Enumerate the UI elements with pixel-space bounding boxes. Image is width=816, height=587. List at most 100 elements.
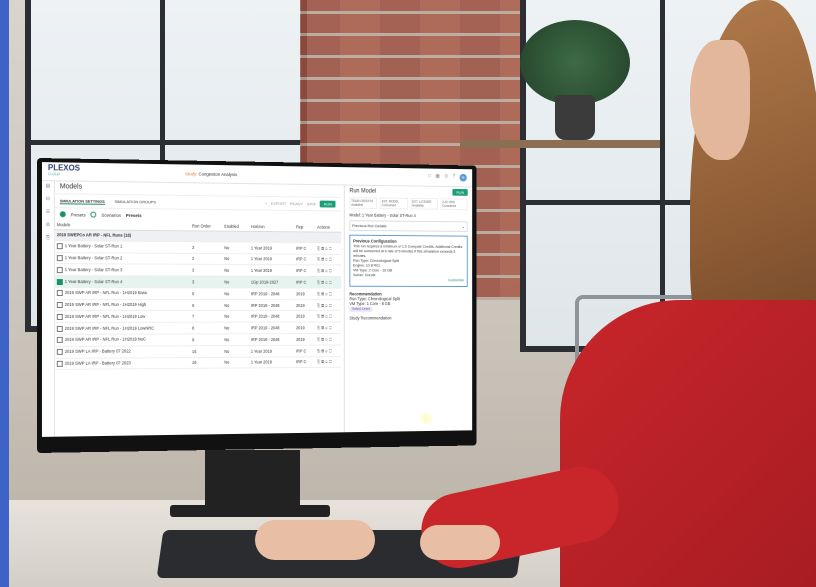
col-rep[interactable]: Rep [293,223,314,232]
info-icon[interactable]: ⊙ [444,174,448,182]
nav-settings-icon[interactable]: ⚙ [42,222,54,232]
cell-text: No [224,360,229,365]
study-recommendation[interactable]: Study Recommendation [349,315,467,320]
model-label: Model: [349,213,361,218]
table-cell: No [221,276,248,288]
calendar-icon[interactable]: ▦ [436,173,440,181]
cell-text: 2019 SWP LA IRP - Battery 07 2022 [65,349,131,354]
row-actions[interactable]: ⎘ ▤ ⊙ ☐ [314,345,341,357]
table-cell: IRP C [293,254,314,266]
table-cell: No [221,265,248,277]
table-cell: No [221,299,248,311]
cell-text: 1 Year 2019 [251,245,272,250]
cell-text: 3 [192,268,194,273]
row-checkbox[interactable] [57,243,63,249]
row-checkbox[interactable] [57,326,63,332]
models-panel: Models SIMULATION SETTINGS SIMULATION GR… [54,180,341,436]
window-mullion [660,0,665,340]
table-cell: No [221,288,248,300]
study-selector[interactable]: Study: Congestion Analysis [185,171,237,177]
monitor: PLEXOS CLOUD Study: Congestion Analysis □… [37,158,477,453]
table-cell: 2019 SWP LA IRP - Battery 07 2022 [54,346,189,358]
models-table: Models Run Order Enabled Horizon Rep Act… [54,220,341,370]
row-actions[interactable]: ⎘ ▤ ⊙ ☐ [314,254,341,266]
col-enabled[interactable]: Enabled [221,222,248,232]
cell-text: 2019 SWP LA IRP - Battery 07 2023 [65,360,131,365]
person-hand [255,520,375,560]
credit-cell: EST. LICENSE Available [410,198,437,210]
table-row[interactable]: 2019 SWP AR IRP - NFL Run - 1H2019 Base 5… [54,287,341,299]
presets-radio[interactable] [60,211,66,217]
table-row[interactable]: 1 Year Battery - Solar ST-Run 4 3 No 1Gp 20… [54,276,341,288]
cell-text: 3 [192,245,194,250]
row-actions[interactable]: ⎘ ▤ ⊙ ☐ [314,265,341,276]
add-icon[interactable]: + [265,201,267,206]
run-panel-run-button[interactable]: RUN [453,189,468,196]
cell-text: 1 Year 2019 [251,360,272,365]
prev-config-title: Previous Configuration [353,239,397,244]
previous-run-dropdown[interactable]: Previous Run Details ⌄ [349,220,467,232]
row-actions[interactable]: ⎘ ▤ ⊙ ☐ [314,277,341,288]
row-actions[interactable]: ⎘ ▤ ⊙ ☐ [314,311,341,322]
row-actions[interactable]: ⎘ ▤ ⊙ ☐ [314,288,341,299]
row-checkbox[interactable] [57,279,63,285]
table-cell: IRP C [293,242,314,254]
avatar[interactable]: M [460,174,467,182]
notification-icon[interactable]: □ [428,173,431,181]
row-actions[interactable]: ⎘ ▤ ⊙ ☐ [314,299,341,310]
table-cell: 2019 SWP AR IRP - NFL Run - 1H2019 NoC [54,334,189,346]
table-row[interactable]: 2019 SWP AR IRP - NFL Run - 1H2019 LowNR… [54,322,341,334]
previous-configuration-card[interactable]: Previous Configuration This run requires… [349,235,467,287]
cell-text: No [224,257,229,262]
nav-database-icon[interactable]: ⛁ [42,196,54,206]
row-checkbox[interactable] [57,361,63,367]
row-checkbox[interactable] [57,302,63,308]
customize-link[interactable]: Customize [353,278,464,283]
cell-text: 16 [192,360,196,365]
col-run-order[interactable]: Run Order [189,222,221,232]
cell-text: IRP 2019 - 2048 [251,303,280,308]
col-horizon[interactable]: Horizon [248,222,293,232]
cell-text: 1 Year 2019 [251,268,272,273]
table-cell: IRP C [293,356,314,368]
cell-text: 1Gp 2019-2027 [251,280,278,285]
table-cell: 2 [189,253,221,265]
nav-files-icon[interactable]: ⎘ [42,235,54,245]
row-checkbox[interactable] [57,267,63,273]
run-button[interactable]: RUN [320,201,335,208]
save-button[interactable]: SAVE [307,201,317,206]
help-icon[interactable]: ? [453,174,456,182]
row-checkbox[interactable] [57,337,63,343]
row-actions[interactable]: ⎘ ▤ ⊙ ☐ [314,242,341,254]
cell-text: IRP C [296,280,306,285]
row-checkbox[interactable] [57,349,63,355]
credit-cell: TEAM CREDITS Available [349,197,377,209]
table-row[interactable]: 2019 SWP AR IRP - NFL Run - 1H2019 High 6… [54,299,341,311]
scenarios-radio[interactable] [91,212,97,218]
table-row[interactable]: 1 Year Battery - Solar ST-Run 3 3 No 1 Year… [54,264,341,277]
row-checkbox[interactable] [57,314,63,320]
select-level-badge[interactable]: Select Level [349,307,372,312]
row-checkbox[interactable] [57,290,63,296]
table-row[interactable]: 2019 SWP AR IRP - NFL Run - 1H2019 Low 7 N… [54,311,341,323]
tab-simulation-groups[interactable]: SIMULATION GROUPS [115,199,156,204]
row-actions[interactable]: ⎘ ▤ ⊙ ☐ [314,356,341,368]
nav-models-icon[interactable]: ☰ [42,209,54,219]
wall-shelf [460,140,660,148]
cell-text: 2019 [296,314,305,319]
row-checkbox[interactable] [57,255,63,261]
tab-simulation-settings[interactable]: SIMULATION SETTINGS [60,198,105,205]
table-cell: 2019 [293,334,314,345]
nav-dashboard-icon[interactable]: ▤ [42,183,54,193]
credit-cell: 2.00 HRS Consumed [440,198,467,210]
table-cell: IRP C [293,277,314,288]
cell-text: 1 Year Battery - Solar ST-Run 3 [65,267,123,272]
export-button[interactable]: EXPORT [271,201,286,206]
table-cell: 2019 [293,311,314,322]
row-actions[interactable]: ⎘ ▤ ⊙ ☐ [314,334,341,345]
ready-button[interactable]: READY [290,201,303,206]
cell-text: 2019 SWP AR IRP - NFL Run - 1H2019 NoC [65,337,146,342]
cell-text: No [224,291,229,296]
row-actions[interactable]: ⎘ ▤ ⊙ ☐ [314,322,341,333]
table-row[interactable]: 2019 SWP LA IRP - Battery 07 2023 16 No 1 Y… [54,356,341,370]
